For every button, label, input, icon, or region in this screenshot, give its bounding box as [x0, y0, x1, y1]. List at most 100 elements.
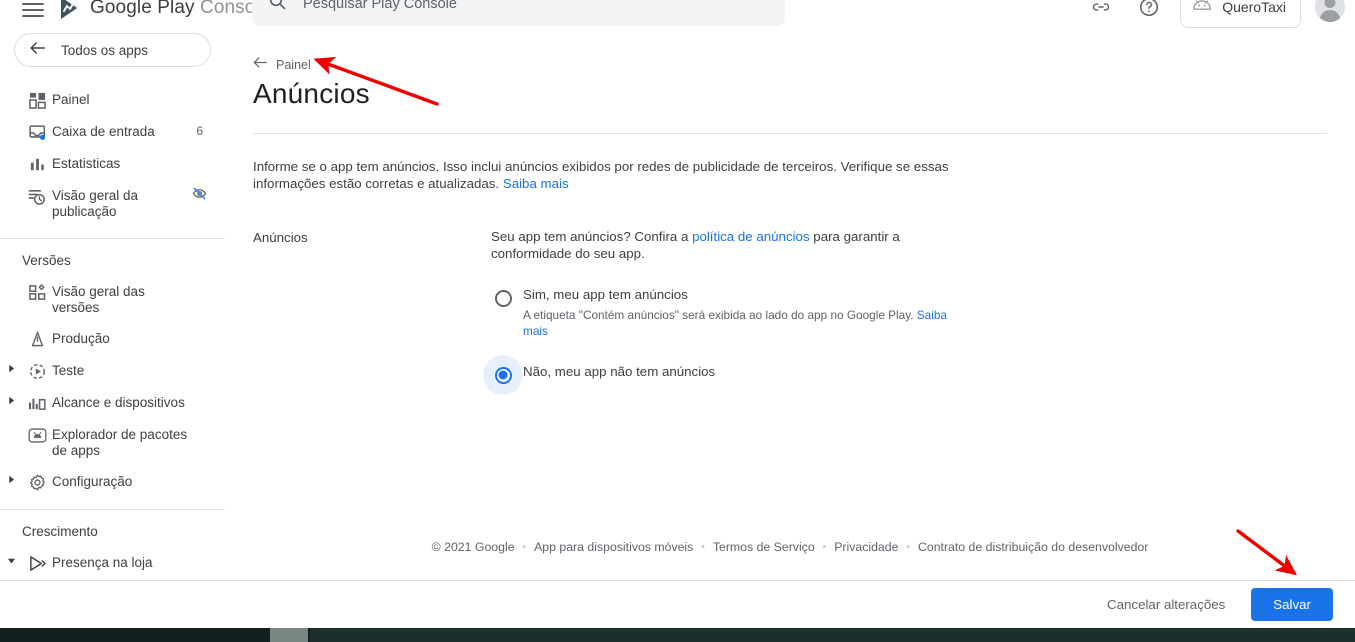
play-console-page: Google Play Console Pesquisar Play Conso… [0, 0, 1355, 642]
left-sidebar-navigation: Todos os apps Painel Caixa de entrada 6 … [0, 30, 225, 580]
sidebar-item-painel[interactable]: Painel [0, 84, 225, 116]
sidebar-item-label: Visão geral das versões [52, 284, 145, 315]
hamburger-menu-icon[interactable] [22, 0, 44, 20]
top-app-bar: Google Play Console Pesquisar Play Conso… [0, 0, 1355, 30]
sidebar-item-visao-geral-da-publicacao[interactable]: Visão geral da publicação [0, 180, 225, 227]
page-title: Anúncios [253, 78, 370, 109]
no-caret-spacer [0, 187, 22, 189]
chevron-right-icon[interactable] [0, 394, 22, 405]
footer-link-developer-distribution-agreement[interactable]: Contrato de distribuição do desenvolvedo… [918, 540, 1148, 554]
sidebar-item-caixa-de-entrada[interactable]: Caixa de entrada 6 [0, 116, 225, 148]
store-presence-play-icon [22, 554, 52, 572]
sidebar-item-label: Caixa de entrada [52, 124, 155, 139]
ads-policy-link[interactable]: política de anúncios [692, 229, 810, 244]
radio-circle-icon [494, 289, 512, 307]
no-caret-spacer [0, 283, 22, 285]
gear-icon [22, 473, 52, 491]
search-input[interactable]: Pesquisar Play Console [252, 0, 785, 26]
sidebar-item-label: Presença na loja [52, 555, 153, 570]
ads-desc-part1: Seu app tem anúncios? Confira a [491, 229, 693, 244]
sidebar-item-label: Estatisticas [52, 156, 121, 171]
main-content-area: Painel Anúncios Informe se o app tem anú… [225, 30, 1355, 580]
sidebar-item-estatisticas[interactable]: Estatisticas [0, 148, 225, 180]
app-bundle-explorer-icon [22, 426, 52, 444]
link-icon[interactable] [1084, 0, 1118, 24]
radio-option-nao-tem-anuncios[interactable]: Não, meu app não tem anúncios [483, 355, 971, 395]
radio-label: Não, meu app não tem anúncios [523, 364, 716, 379]
inbox-unread-count-badge: 6 [196, 124, 203, 138]
footer-separator: • [522, 541, 527, 553]
chevron-right-icon[interactable] [0, 362, 22, 373]
arrow-left-icon [29, 40, 47, 61]
sidebar-section-versions: Versões [22, 253, 71, 268]
brand-google-play: Google Play [90, 0, 195, 18]
breadcrumb-back-to-painel[interactable]: Painel [253, 56, 311, 74]
radio-sublabel: A etiqueta "Contém anúncios" será exibid… [523, 307, 971, 339]
help-circle-icon[interactable] [1132, 0, 1166, 24]
cancel-changes-button[interactable]: Cancelar alterações [1097, 589, 1235, 620]
intro-learn-more-link[interactable]: Saiba mais [503, 176, 569, 191]
android-robot-icon [1191, 0, 1213, 17]
all-apps-button[interactable]: Todos os apps [14, 33, 211, 67]
reach-devices-icon [22, 394, 52, 412]
radio-text-block: Não, meu app não tem anúncios [523, 355, 715, 381]
testing-play-icon [22, 362, 52, 380]
sidebar-item-label: Teste [52, 363, 85, 378]
radio-circle-selected-icon [494, 366, 512, 384]
user-avatar-icon[interactable] [1315, 0, 1345, 22]
no-caret-spacer [0, 155, 22, 157]
footer-link-terms[interactable]: Termos de Serviço [713, 540, 815, 554]
os-taskbar [0, 628, 1355, 642]
ads-field-body: Seu app tem anúncios? Confira a política… [483, 228, 971, 395]
sidebar-item-label: Explorador de pacotes de apps [52, 427, 188, 458]
dashboard-grid-icon [22, 91, 52, 109]
bottom-action-bar: Cancelar alterações Salvar [0, 580, 1355, 628]
sidebar-item-presenca-na-loja[interactable]: Presença na loja [0, 547, 225, 579]
no-caret-spacer [0, 123, 22, 125]
no-caret-spacer [0, 330, 22, 332]
brand-logo-area[interactable]: Google Play Console [56, 0, 270, 21]
sidebar-item-label: Visão geral da publicação [52, 188, 139, 219]
publishing-clock-icon [22, 187, 52, 206]
no-caret-spacer [0, 91, 22, 93]
search-icon [268, 0, 287, 16]
sidebar-item-label: Configuração [52, 474, 133, 489]
radio-hit-area[interactable] [483, 278, 523, 318]
taskbar-active-segment [270, 628, 308, 642]
taskbar-segment [310, 628, 1355, 642]
google-play-console-logo-icon [56, 0, 82, 21]
chevron-right-icon[interactable] [0, 473, 22, 484]
search-placeholder: Pesquisar Play Console [303, 0, 457, 12]
sidebar-item-visao-geral-das-versoes[interactable]: Visão geral das versões [0, 276, 225, 323]
title-divider [253, 133, 1327, 134]
save-button[interactable]: Salvar [1251, 588, 1333, 621]
footer-separator: • [701, 541, 705, 553]
app-selector-chip[interactable]: QueroTaxi [1180, 0, 1301, 28]
ads-field-row: Anúncios Seu app tem anúncios? Confira a… [253, 228, 1355, 395]
sidebar-main-group: Painel Caixa de entrada 6 Estatisticas V… [0, 84, 225, 227]
sidebar-item-producao[interactable]: Produção [0, 323, 225, 355]
sidebar-item-teste[interactable]: Teste [0, 355, 225, 387]
inbox-icon [22, 123, 52, 141]
sidebar-item-explorador-de-pacotes-de-apps[interactable]: Explorador de pacotes de apps [0, 419, 225, 466]
production-rocket-icon [22, 330, 52, 348]
sidebar-item-configuracao[interactable]: Configuração [0, 466, 225, 498]
footer-copyright: © 2021 Google [431, 540, 515, 554]
sidebar-item-alcance-e-dispositivos[interactable]: Alcance e dispositivos [0, 387, 225, 419]
eye-off-icon [192, 186, 207, 206]
intro-text: Informe se o app tem anúncios. Isso incl… [253, 159, 949, 191]
sidebar-item-label: Alcance e dispositivos [52, 395, 185, 410]
radio-text-block: Sim, meu app tem anúncios A etiqueta "Co… [523, 278, 971, 339]
radio-option-sim-tem-anuncios[interactable]: Sim, meu app tem anúncios A etiqueta "Co… [491, 278, 971, 339]
footer-link-privacy[interactable]: Privacidade [834, 540, 898, 554]
intro-description: Informe se o app tem anúncios. Isso incl… [253, 158, 963, 192]
ads-field-description: Seu app tem anúncios? Confira a política… [491, 228, 971, 262]
radio-hit-area[interactable] [483, 355, 523, 395]
brand-text: Google Play Console [90, 0, 270, 19]
footer-separator: • [822, 541, 827, 553]
breadcrumb-label: Painel [276, 58, 311, 72]
radio-label: Sim, meu app tem anúncios [523, 287, 688, 302]
top-bar-right-actions: QueroTaxi [1084, 0, 1345, 28]
footer-link-mobile-app[interactable]: App para dispositivos móveis [534, 540, 693, 554]
chevron-down-icon[interactable] [0, 554, 22, 565]
